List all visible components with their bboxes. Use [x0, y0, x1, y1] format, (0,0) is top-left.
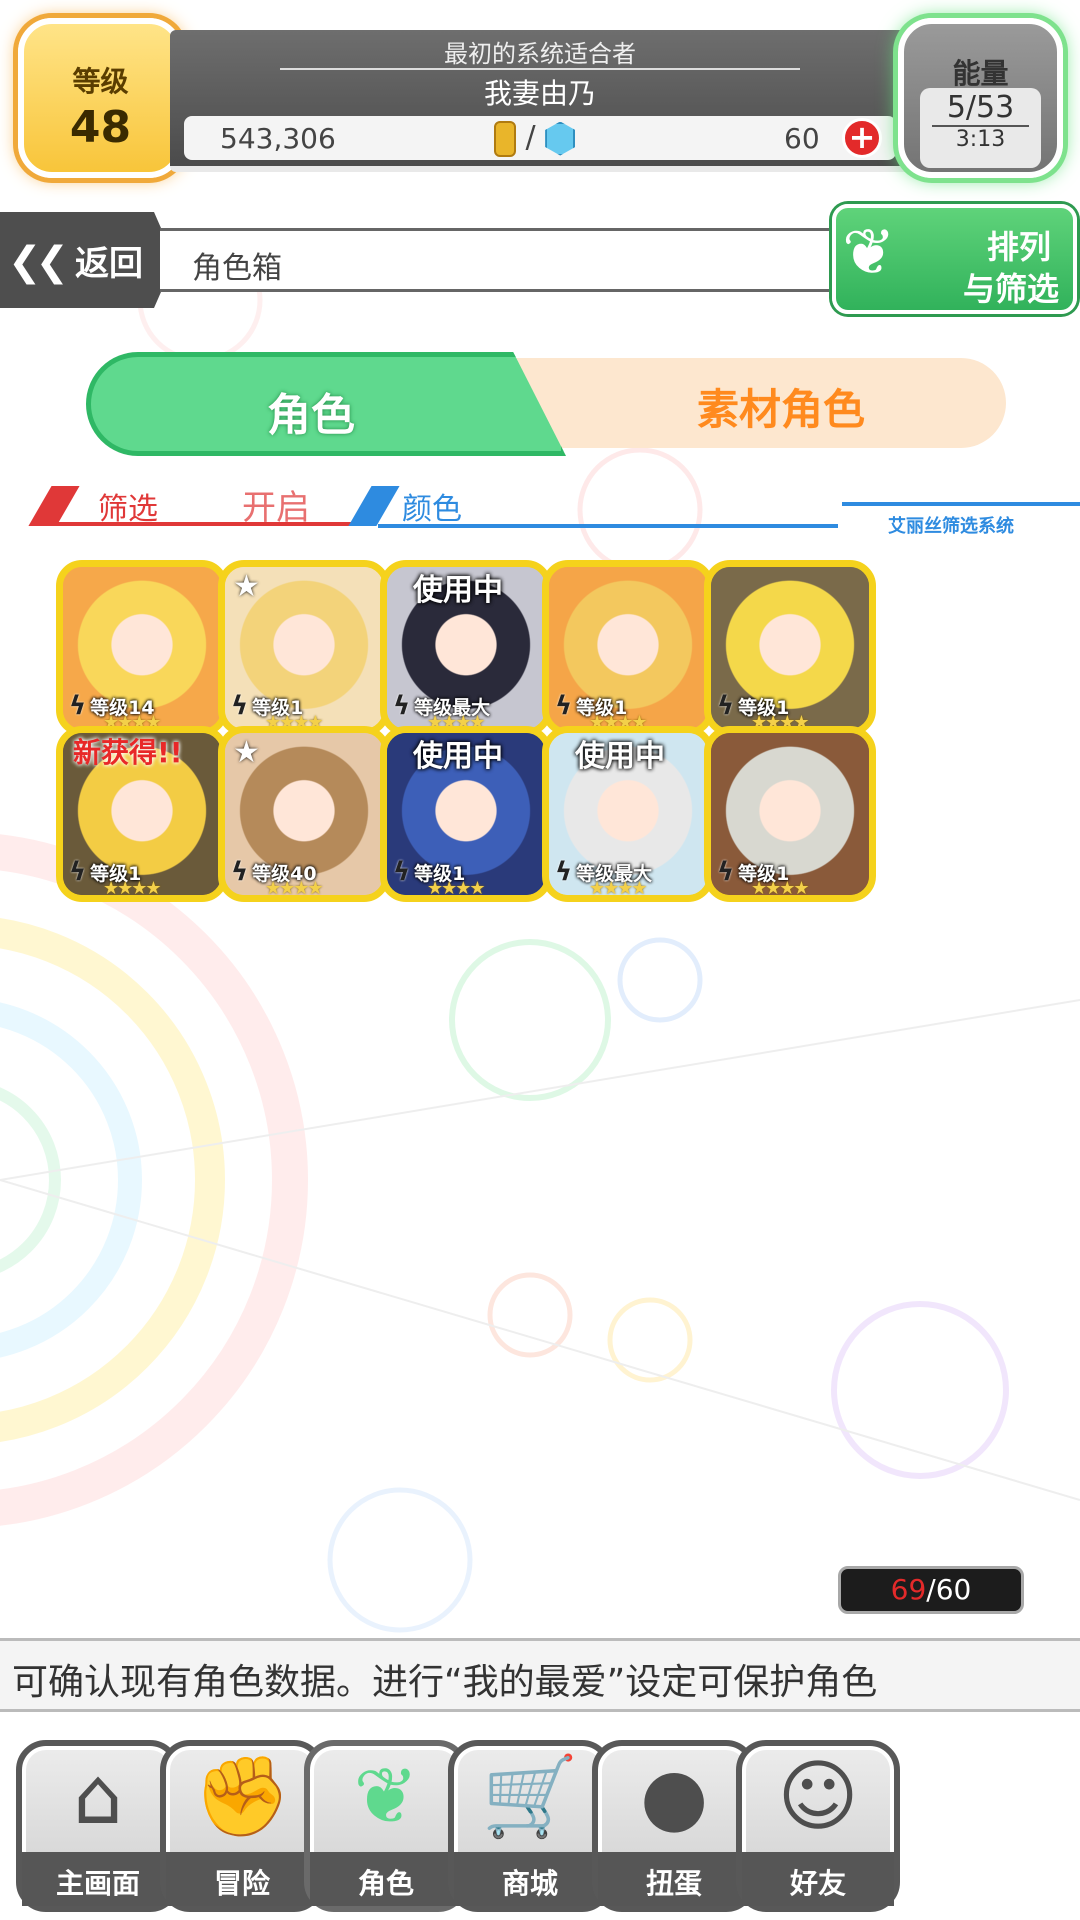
rarity-stars-icon: ★★★★: [427, 878, 486, 899]
gold-amount: 543,306: [220, 122, 336, 155]
character-status-badge: 使用中: [575, 739, 665, 774]
character-card[interactable]: ϟ 等级1 ★★★★: [704, 560, 876, 736]
character-count-current: 69: [890, 1573, 927, 1606]
rarity-stars-icon: ★★★★: [103, 878, 162, 899]
back-label: 返回: [75, 244, 144, 284]
lightning-icon: ϟ: [69, 857, 87, 887]
back-button[interactable]: ❮❮ 返回: [0, 212, 175, 308]
sort-label: 排列: [986, 228, 1051, 266]
favorite-star-icon: ★: [233, 569, 260, 604]
rabbit-icon: ❦: [842, 216, 896, 290]
gem-amount: 60: [784, 122, 820, 155]
color-slash-decoration: [348, 486, 400, 526]
nav-button[interactable]: 🛒 商城: [448, 1740, 612, 1912]
filter-slash-decoration: [28, 486, 80, 526]
currency-bar: 543,306 / 60 +: [184, 116, 896, 160]
hint-text: 可确认现有角色数据。进行“我的最爱”设定可保护角色: [12, 1662, 878, 1703]
player-info-bar: 最初的系统适合者 我妻由乃 543,306 / 60 +: [170, 30, 910, 172]
tab-characters[interactable]: 角色: [86, 352, 566, 456]
breadcrumb: 角色箱: [160, 228, 860, 292]
energy-panel: 5/53 3:13: [920, 88, 1041, 168]
lightning-icon: ϟ: [231, 857, 249, 887]
nav-button-label: 扭蛋: [598, 1852, 750, 1906]
character-card[interactable]: 新获得!! ϟ 等级1 ★★★★: [56, 726, 228, 902]
nav-button[interactable]: ☺ 好友: [736, 1740, 900, 1912]
friends-icon: ☺: [777, 1752, 859, 1842]
filter-label: 与筛选: [962, 270, 1059, 308]
energy-value: 5/53: [946, 90, 1015, 125]
favorite-star-icon: ★: [233, 735, 260, 770]
filter-label: 筛选: [98, 492, 158, 527]
home-icon: ⌂: [73, 1752, 123, 1842]
gem-icon: [545, 121, 576, 156]
color-underline-right: [842, 502, 1080, 506]
title-divider: [280, 68, 800, 70]
character-card[interactable]: 使用中 ϟ 等级1 ★★★★: [380, 726, 552, 902]
energy-box: 能量 5/53 3:13: [898, 18, 1063, 178]
player-level-box: 等级 48: [18, 18, 183, 178]
character-status-badge: 使用中: [413, 573, 503, 608]
lightning-icon: ϟ: [555, 691, 573, 721]
lightning-icon: ϟ: [393, 857, 411, 887]
energy-label: 能量: [952, 57, 1009, 90]
character-card[interactable]: 使用中 ϟ 等级最大 ★★★★: [380, 560, 552, 736]
double-chevron-left-icon: ❮❮: [8, 239, 69, 285]
energy-timer: 3:13: [955, 127, 1006, 152]
rarity-stars-icon: ★★★★: [589, 878, 648, 899]
bottom-navigation: ⌂ 主画面 ✊ 冒险 ❦ 角色 🛒 商城 ● 扭蛋 ☺ 好友: [0, 1720, 1080, 1920]
rarity-stars-icon: ★★★★: [265, 878, 324, 899]
add-gems-button[interactable]: +: [842, 118, 882, 158]
character-card[interactable]: ϟ 等级1 ★★★★: [704, 726, 876, 902]
character-status-badge: 使用中: [413, 739, 503, 774]
filter-system-name: 艾丽丝筛选系统: [888, 516, 1014, 537]
character-card[interactable]: ϟ 等级1 ★★★★: [542, 560, 714, 736]
lightning-icon: ϟ: [231, 691, 249, 721]
nav-button-label: 商城: [454, 1852, 606, 1906]
level-label: 等级: [72, 65, 129, 98]
handshake-icon: ✊: [193, 1752, 291, 1842]
nav-button-label: 好友: [742, 1852, 894, 1906]
character-card[interactable]: 使用中 ϟ 等级最大 ★★★★: [542, 726, 714, 902]
color-filter[interactable]: 颜色 艾丽丝筛选系统: [348, 480, 1080, 537]
character-count-max: /60: [926, 1573, 972, 1606]
lightning-icon: ϟ: [717, 691, 735, 721]
character-card[interactable]: ★ ϟ 等级1 ★★★★: [218, 560, 390, 736]
nav-button-label: 角色: [310, 1852, 462, 1906]
currency-separator: /: [525, 120, 536, 155]
color-label: 颜色: [402, 492, 462, 527]
nav-button-label: 冒险: [166, 1852, 318, 1906]
character-status-badge: 新获得!!: [73, 736, 183, 769]
level-value: 48: [69, 102, 132, 153]
player-name: 我妻由乃: [483, 77, 596, 110]
nav-button[interactable]: ● 扭蛋: [592, 1740, 756, 1912]
coin-icon: [494, 120, 516, 157]
lightning-icon: ϟ: [555, 857, 573, 887]
egg-icon: ●: [639, 1752, 709, 1842]
nav-button-label: 主画面: [22, 1852, 174, 1906]
rarity-stars-icon: ★★★★: [751, 878, 810, 899]
currency-icons: /: [494, 120, 576, 157]
character-count: 69/60: [838, 1566, 1024, 1614]
lightning-icon: ϟ: [393, 691, 411, 721]
hint-marquee: 可确认现有角色数据。进行“我的最爱”设定可保护角色: [0, 1638, 1080, 1712]
filter-state: 开启: [242, 488, 310, 528]
page-title: 角色箱: [192, 251, 282, 286]
filter-toggle[interactable]: 筛选 开启: [28, 480, 356, 528]
nav-button[interactable]: ✊ 冒险: [160, 1740, 324, 1912]
cart-icon: 🛒: [481, 1752, 579, 1842]
character-card[interactable]: ★ ϟ 等级40 ★★★★: [218, 726, 390, 902]
player-title: 最初的系统适合者: [444, 40, 636, 68]
lightning-icon: ϟ: [69, 691, 87, 721]
character-card[interactable]: ϟ 等级14 ★★★★: [56, 560, 228, 736]
lightning-icon: ϟ: [717, 857, 735, 887]
nav-button[interactable]: ❦ 角色: [304, 1740, 468, 1912]
sort-filter-button[interactable]: ❦ 排列 与筛选: [832, 204, 1077, 314]
rabbit-icon: ❦: [353, 1752, 419, 1842]
tab-bar: 素材角色 角色: [86, 352, 1006, 456]
nav-button[interactable]: ⌂ 主画面: [16, 1740, 180, 1912]
filter-bar: 筛选 开启 颜色 艾丽丝筛选系统: [28, 480, 1080, 537]
